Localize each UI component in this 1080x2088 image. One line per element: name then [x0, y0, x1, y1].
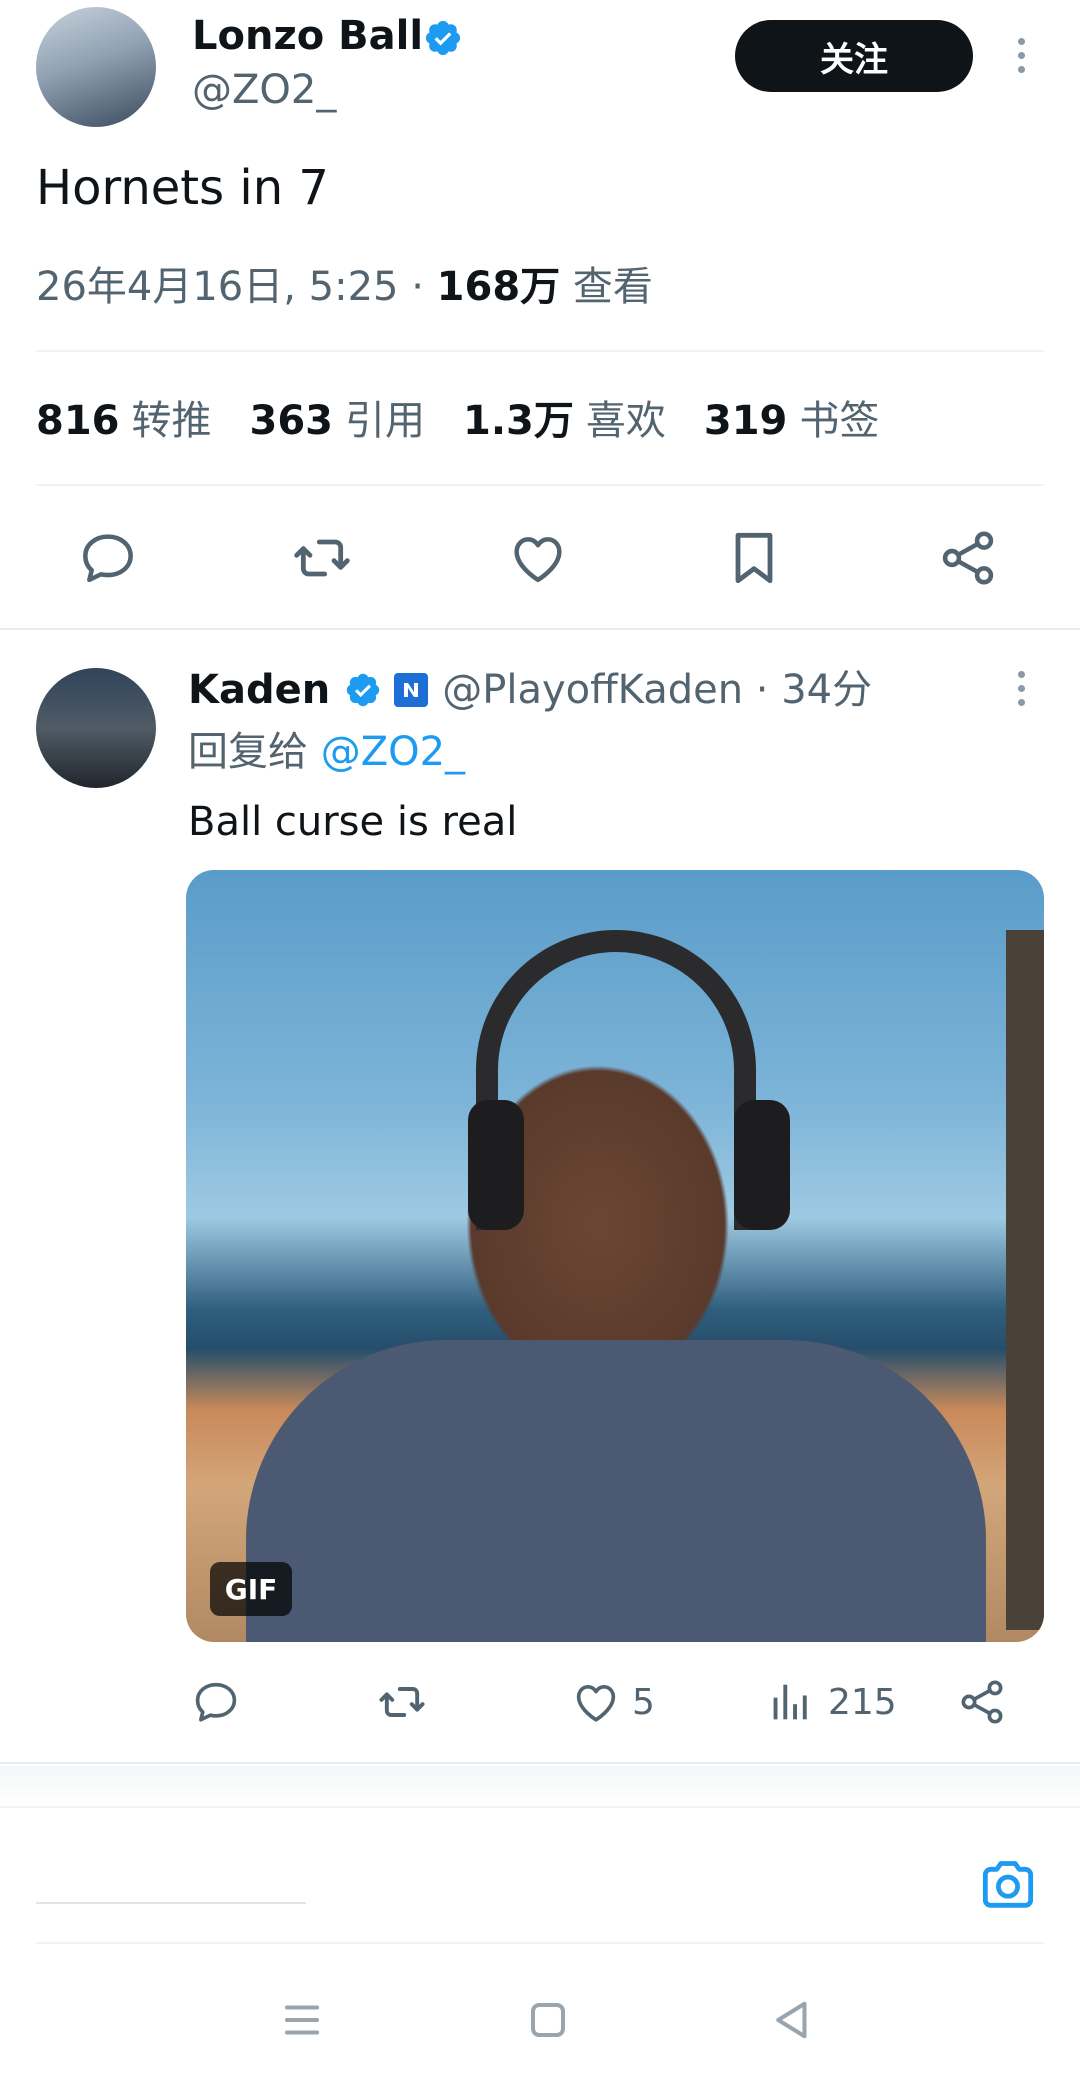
stat-retweets[interactable]: 816 转推 — [36, 396, 212, 446]
reply-action-bar: 5 215 — [186, 1670, 1016, 1734]
next-tweet-peek — [0, 1766, 1080, 1806]
section-divider — [0, 628, 1080, 630]
author-name[interactable]: Lonzo Ball — [192, 12, 423, 60]
verified-badge-icon — [425, 20, 461, 56]
reply-reply-button[interactable] — [190, 1670, 242, 1734]
reply-to-handle-link[interactable]: @ZO2_ — [321, 729, 465, 775]
stat-bookmarks[interactable]: 319 书签 — [704, 396, 880, 446]
retweet-icon[interactable] — [290, 526, 354, 590]
reply-icon — [195, 1682, 237, 1722]
gif-media[interactable]: GIF — [186, 870, 1044, 1642]
view-count: 215 — [828, 1681, 897, 1723]
gif-earcup-right — [734, 1100, 790, 1230]
more-options-icon[interactable] — [1009, 31, 1033, 79]
menu-icon[interactable] — [272, 1990, 332, 2050]
home-icon[interactable] — [518, 1990, 578, 2050]
share-icon — [961, 1680, 1003, 1724]
author-handle[interactable]: @ZO2_ — [192, 66, 336, 114]
gif-subject-hoodie — [246, 1340, 986, 1642]
reply-author-avatar[interactable] — [36, 668, 156, 788]
section-divider — [0, 1762, 1080, 1764]
divider — [36, 350, 1044, 352]
back-icon[interactable] — [762, 1990, 822, 2050]
like-count: 5 — [632, 1681, 655, 1723]
camera-icon[interactable] — [976, 1852, 1040, 1916]
author-avatar[interactable] — [36, 7, 156, 127]
retweet-icon — [379, 1687, 425, 1717]
more-options-icon[interactable] — [1009, 664, 1033, 712]
like-icon[interactable] — [506, 526, 570, 590]
reply-views-button[interactable]: 215 — [766, 1670, 897, 1734]
reply-header: Kaden @PlayoffKaden · 34分 — [188, 664, 872, 716]
views-label: 查看 — [560, 264, 653, 310]
gif-background-pole — [1006, 930, 1044, 1630]
reply-handle-time[interactable]: @PlayoffKaden · 34分 — [442, 664, 872, 716]
follow-button[interactable]: 关注 — [735, 20, 973, 92]
reply-to-line: 回复给 @ZO2_ — [188, 726, 465, 778]
tweet-meta: 26年4月16日, 5:25 · 168万 查看 — [36, 262, 653, 312]
gif-earcup-left — [468, 1100, 524, 1230]
gif-badge: GIF — [210, 1562, 292, 1616]
engagement-stats: 816 转推 363 引用 1.3万 喜欢 319 书签 — [36, 396, 879, 446]
views-icon — [773, 1684, 807, 1720]
stat-likes[interactable]: 1.3万 喜欢 — [463, 396, 666, 446]
tweet-timestamp[interactable]: 26年4月16日, 5:25 · — [36, 264, 437, 310]
reply-like-button[interactable]: 5 — [570, 1670, 655, 1734]
reply-text: Ball curse is real — [188, 799, 518, 845]
reply-retweet-button[interactable] — [376, 1670, 428, 1734]
reply-author-name[interactable]: Kaden — [188, 664, 330, 716]
reply-share-button[interactable] — [956, 1670, 1008, 1734]
reply-to-prefix: 回复给 — [188, 729, 321, 775]
stat-quotes[interactable]: 363 引用 — [250, 396, 426, 446]
share-icon[interactable] — [936, 526, 1000, 590]
divider — [36, 484, 1044, 486]
views-count: 168万 — [436, 264, 561, 310]
reply-input[interactable] — [36, 1860, 306, 1904]
tweet-text: Hornets in 7 — [36, 160, 329, 216]
affiliate-badge-icon — [394, 673, 429, 707]
verified-badge-icon — [347, 673, 380, 707]
reply-icon[interactable] — [76, 526, 140, 590]
like-icon — [576, 1684, 616, 1722]
bookmark-icon[interactable] — [722, 526, 786, 590]
